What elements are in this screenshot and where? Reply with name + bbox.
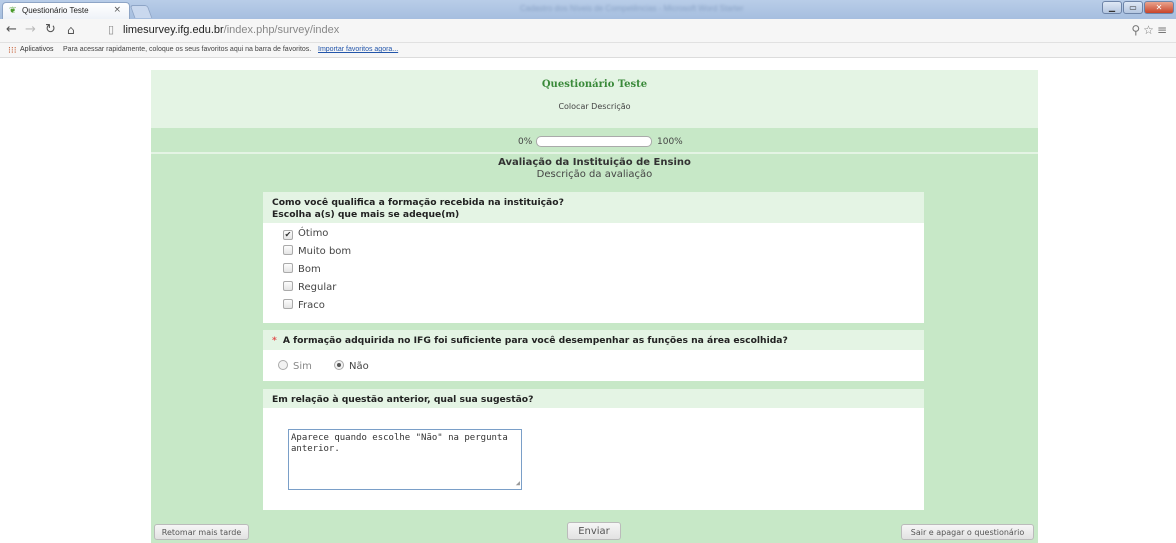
bookmarks-hint: Para acessar rapidamente, coloque os seu… xyxy=(63,46,312,53)
close-window-icon[interactable]: ✕ xyxy=(1144,1,1174,14)
suggestion-textarea[interactable]: Aparece quando escolhe "Não" na pergunta… xyxy=(288,429,522,490)
zoom-icon[interactable]: ⚲ xyxy=(1131,23,1143,37)
option-label: Muito bom xyxy=(298,246,352,257)
submit-button[interactable]: Enviar xyxy=(567,522,621,540)
toolbar-right-icons: ⚲☆≡ xyxy=(1131,23,1170,37)
progress-row: 0% 100% xyxy=(151,134,1038,154)
question-text: Como você qualifica a formação recebida … xyxy=(272,197,564,208)
back-arrow-icon[interactable]: ← xyxy=(6,23,17,37)
option-bom[interactable]: Bom xyxy=(283,263,321,277)
survey-description: Colocar Descrição xyxy=(558,102,631,111)
page-icon: ▯ xyxy=(108,24,115,36)
option-label: Não xyxy=(349,361,369,372)
group-description: Descrição da avaliação xyxy=(536,169,653,180)
import-bookmarks-link[interactable]: Importar favoritos agora... xyxy=(318,43,398,57)
exit-clear-button[interactable]: Sair e apagar o questionário xyxy=(901,524,1034,540)
option-label: Regular xyxy=(298,282,337,293)
question-formation-quality: Como você qualifica a formação recebida … xyxy=(263,192,924,323)
bookmarks-bar: ⁝⁝⁝ Aplicativos Para acessar rapidamente… xyxy=(0,43,1176,58)
limesurvey-favicon-icon: ❦ xyxy=(9,6,17,16)
browser-toolbar: ← → ↻ ⌂ ▯ limesurvey.ifg.edu.br/index.ph… xyxy=(0,19,1176,43)
checkbox[interactable] xyxy=(283,281,293,291)
checkbox[interactable] xyxy=(283,299,293,309)
option-label: Sim xyxy=(293,361,312,372)
option-muito-bom[interactable]: Muito bom xyxy=(283,245,351,259)
bookmark-star-icon[interactable]: ☆ xyxy=(1143,23,1157,37)
checkbox[interactable] xyxy=(283,245,293,255)
checkbox[interactable]: ✔ xyxy=(283,230,293,240)
home-icon[interactable]: ⌂ xyxy=(67,23,75,37)
apps-grid-icon[interactable]: ⁝⁝⁝ xyxy=(8,43,17,57)
radio-button[interactable] xyxy=(334,360,344,370)
option-regular[interactable]: Regular xyxy=(283,281,336,295)
window-controls: ▁ ▭ ✕ xyxy=(1101,1,1174,15)
maximize-icon[interactable]: ▭ xyxy=(1123,1,1143,14)
address-bar[interactable]: ▯ limesurvey.ifg.edu.br/index.php/survey… xyxy=(108,22,1108,39)
browser-tab[interactable]: ❦ Questionário Teste × xyxy=(2,2,130,19)
forward-arrow-icon[interactable]: → xyxy=(25,23,36,37)
close-tab-icon[interactable]: × xyxy=(113,5,121,15)
option-label: Fraco xyxy=(298,300,325,311)
resume-later-button[interactable]: Retomar mais tarde xyxy=(154,524,249,540)
new-tab-button[interactable] xyxy=(129,5,153,18)
tab-title: Questionário Teste xyxy=(22,6,89,15)
checkbox[interactable] xyxy=(283,263,293,273)
question-formation-sufficient: * A formação adquirida no IFG foi suficie… xyxy=(263,330,924,381)
resize-grip-icon[interactable]: ◢ xyxy=(516,478,520,489)
question-text: Em relação à questão anterior, qual sua … xyxy=(272,394,534,405)
option-sim[interactable]: Sim xyxy=(278,360,312,374)
window-caption: Cadastro dos Níveis de Competências - Mi… xyxy=(520,4,744,13)
survey-title: Questionário Teste xyxy=(541,79,648,90)
menu-icon[interactable]: ≡ xyxy=(1157,23,1170,37)
progress-min-label: 0% xyxy=(518,137,533,147)
question-suggestion: Em relação à questão anterior, qual sua … xyxy=(263,389,924,510)
option-fraco[interactable]: Fraco xyxy=(283,299,325,313)
survey-container: Questionário Teste Colocar Descrição 0% … xyxy=(151,70,1038,543)
question-help: Escolha a(s) que mais se adeque(m) xyxy=(272,209,460,220)
question-text: A formação adquirida no IFG foi suficien… xyxy=(282,335,788,346)
option-otimo[interactable]: ✔ Ótimo xyxy=(283,227,328,241)
url-host: limesurvey.ifg.edu.br xyxy=(123,24,224,36)
progress-bar xyxy=(536,136,652,147)
mandatory-marker: * xyxy=(272,335,277,346)
option-label: Ótimo xyxy=(298,228,329,239)
apps-link[interactable]: Aplicativos xyxy=(20,43,53,57)
option-label: Bom xyxy=(298,264,321,275)
radio-button[interactable] xyxy=(278,360,288,370)
minimize-icon[interactable]: ▁ xyxy=(1102,1,1122,14)
reload-icon[interactable]: ↻ xyxy=(45,23,56,37)
question-header: Em relação à questão anterior, qual sua … xyxy=(263,389,924,408)
group-title: Avaliação da Instituição de Ensino xyxy=(498,157,691,168)
survey-header: Questionário Teste Colocar Descrição xyxy=(151,70,1038,128)
url-path: /index.php/survey/index xyxy=(223,24,340,36)
progress-max-label: 100% xyxy=(657,137,683,147)
textarea-value: Aparece quando escolhe "Não" na pergunta… xyxy=(291,433,514,454)
window-titlebar: ❦ Questionário Teste × Cadastro dos Níve… xyxy=(0,0,1176,19)
question-header: * A formação adquirida no IFG foi suficie… xyxy=(263,330,924,350)
question-header: Como você qualifica a formação recebida … xyxy=(263,192,924,223)
option-nao[interactable]: Não xyxy=(334,360,369,374)
